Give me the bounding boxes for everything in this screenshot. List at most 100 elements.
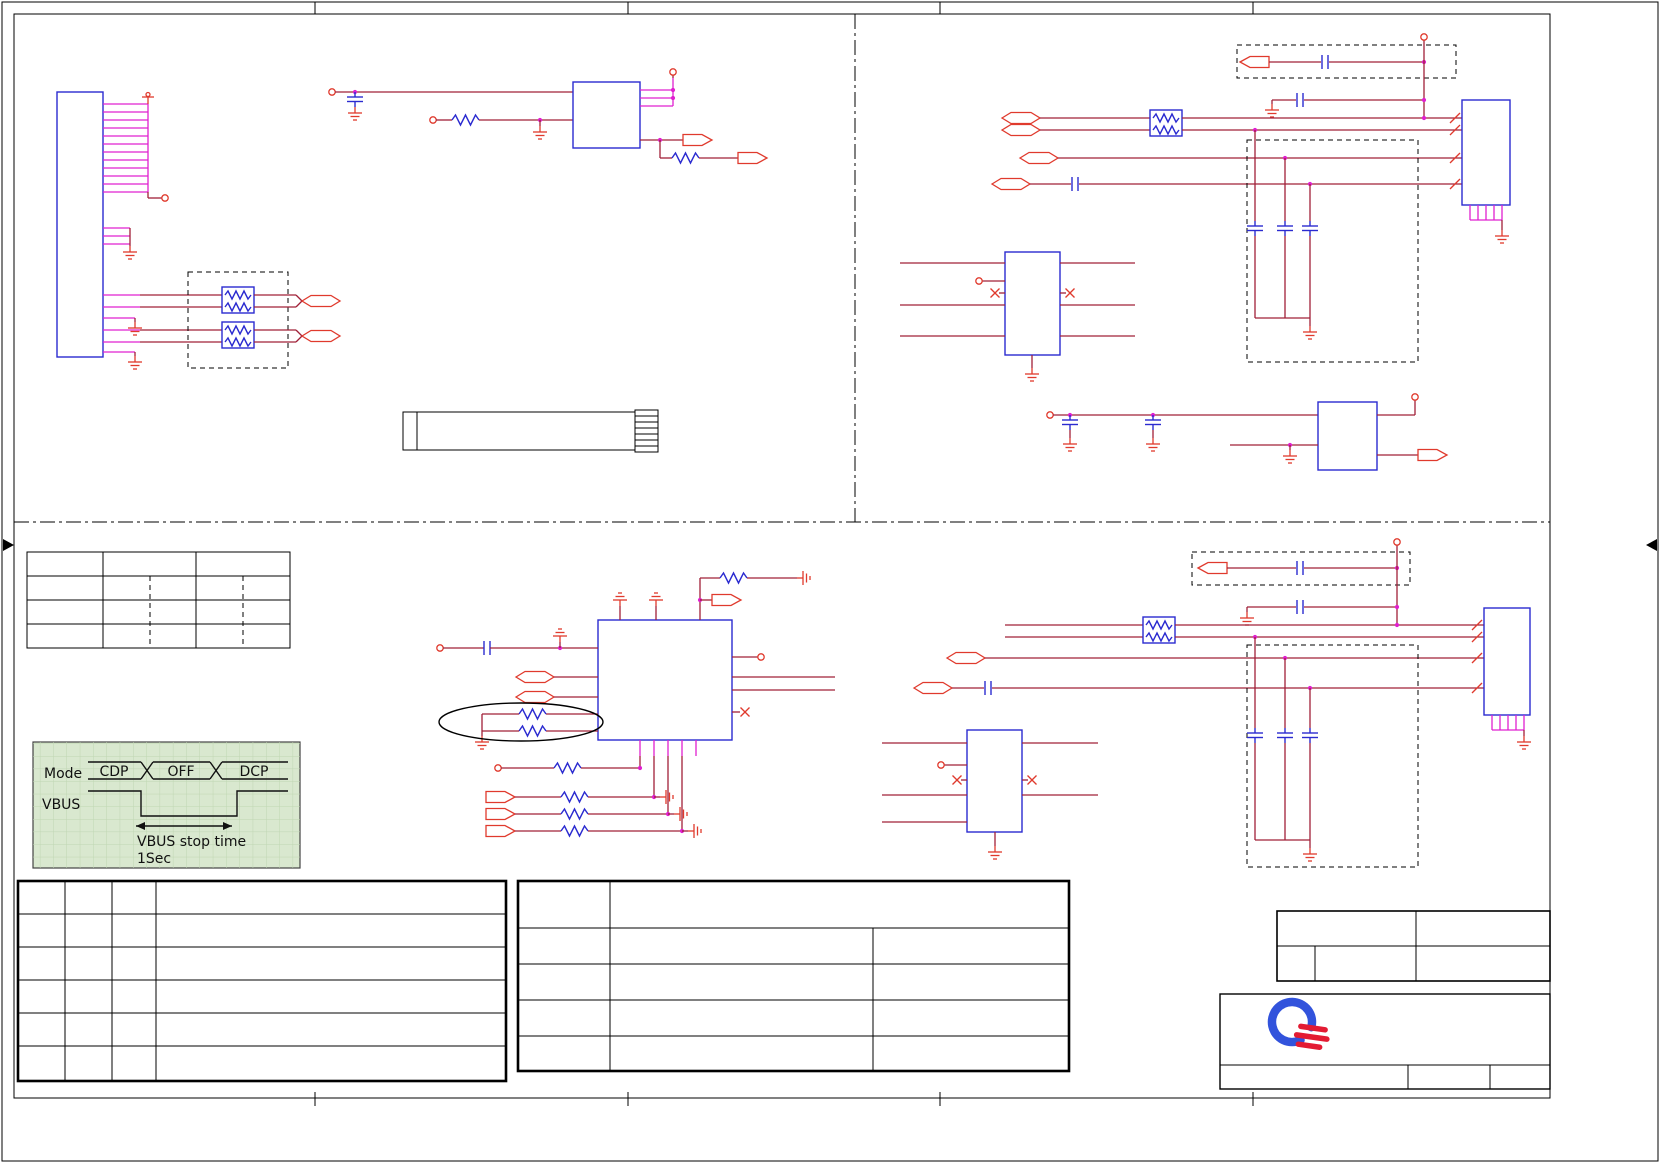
receptacle-pin-ticks bbox=[1449, 112, 1461, 190]
regulator-output-pins bbox=[640, 75, 674, 107]
junction-dot bbox=[1394, 604, 1400, 610]
usb-pair-wires bbox=[103, 294, 222, 356]
receptacle-ground-pins bbox=[1469, 205, 1503, 230]
offpage-connector bbox=[301, 294, 341, 308]
strap-row-4 bbox=[485, 823, 702, 839]
offpage-connector bbox=[1019, 151, 1059, 165]
zone-arrow-right bbox=[1646, 539, 1657, 551]
usb-port-a-circuit bbox=[900, 33, 1511, 471]
resistor bbox=[719, 572, 748, 584]
ground-symbol bbox=[532, 125, 548, 140]
port-circle bbox=[975, 277, 983, 285]
capacitor bbox=[1296, 92, 1304, 108]
offpage-connector bbox=[1001, 111, 1041, 125]
ground-symbol bbox=[796, 570, 811, 586]
junction-dot bbox=[1421, 97, 1427, 103]
title-block bbox=[1219, 993, 1551, 1090]
usb-switch-ic-b bbox=[966, 729, 1023, 833]
port-circle bbox=[937, 761, 945, 769]
mode-bus-waveform: CDP OFF DCP bbox=[88, 761, 288, 780]
junction-dot bbox=[1394, 622, 1400, 628]
junction-dot bbox=[670, 95, 676, 101]
choke-output-wires bbox=[254, 294, 303, 343]
charger-ic-circuit bbox=[436, 570, 835, 839]
no-connect-mark bbox=[1064, 287, 1076, 299]
charger-ic-body bbox=[597, 619, 733, 741]
junction-dot bbox=[1421, 115, 1427, 121]
offpage-arrow bbox=[737, 151, 768, 165]
esd-cap-boundary bbox=[1246, 644, 1419, 868]
load-switch-ic bbox=[1317, 401, 1378, 471]
schematic-sheet: Mode CDP OFF DCP VBUS VBUS stop time 1Se… bbox=[0, 0, 1660, 1163]
ground-symbol bbox=[347, 106, 363, 121]
offpage-arrow bbox=[682, 133, 713, 147]
offpage-arrow bbox=[711, 593, 742, 607]
port-circle bbox=[436, 644, 444, 652]
offpage-connector bbox=[515, 690, 555, 704]
ground-symbol bbox=[1516, 735, 1532, 750]
port-circle bbox=[161, 194, 169, 202]
common-mode-choke bbox=[221, 321, 255, 349]
usb-port-b-circuit bbox=[882, 538, 1532, 868]
usb-receptacle-a bbox=[1461, 99, 1511, 206]
ground-symbol bbox=[1302, 325, 1318, 340]
ground-symbol bbox=[1494, 229, 1510, 244]
port-circle bbox=[757, 653, 765, 661]
timing-diagram: Mode CDP OFF DCP VBUS VBUS stop time 1Se… bbox=[32, 741, 301, 869]
capacitor bbox=[1321, 54, 1329, 70]
ground-symbol bbox=[127, 321, 143, 336]
resistor bbox=[671, 152, 700, 164]
capacitor bbox=[984, 680, 992, 696]
ground-symbol bbox=[1239, 611, 1255, 626]
highlight-ellipse bbox=[438, 702, 604, 742]
common-mode-choke bbox=[1142, 616, 1176, 644]
ground-symbol bbox=[1264, 103, 1280, 118]
revision-table bbox=[16, 879, 508, 1083]
regulator-circuit bbox=[328, 68, 768, 165]
connector-pins bbox=[103, 103, 149, 193]
connector-body bbox=[56, 91, 104, 358]
regulator-ic-body bbox=[572, 81, 641, 149]
charger-right-pins bbox=[732, 656, 835, 713]
offpage-arrow bbox=[1239, 55, 1270, 69]
ground-symbol bbox=[127, 355, 143, 370]
main-connector-circuit bbox=[56, 91, 341, 370]
timing-mode-label: Mode bbox=[44, 766, 82, 782]
strap-row-3 bbox=[485, 806, 688, 822]
no-connect-mark bbox=[951, 774, 963, 786]
usb-receptacle-b bbox=[1483, 607, 1531, 716]
usb-switch-ic-a bbox=[1004, 251, 1061, 356]
approval-table bbox=[1276, 910, 1551, 982]
receptacle-pin-ticks bbox=[1471, 619, 1483, 694]
ground-symbol bbox=[122, 245, 138, 260]
capacitor bbox=[1071, 176, 1079, 192]
ground-symbol bbox=[1024, 367, 1040, 382]
connector-lower-pins bbox=[103, 227, 131, 246]
charger-bottom-pins bbox=[639, 740, 697, 831]
junction-dot bbox=[670, 87, 676, 93]
label-strip bbox=[402, 409, 659, 453]
no-connect-mark bbox=[1026, 774, 1038, 786]
usb-switch-wires-a bbox=[900, 262, 1135, 368]
stop-time-value: 1Sec bbox=[137, 851, 171, 867]
usb-switch-wires-b bbox=[882, 742, 1098, 846]
port-circle bbox=[429, 116, 437, 124]
offpage-connector bbox=[991, 177, 1031, 191]
notes-table bbox=[26, 551, 291, 649]
shunt-capacitor-bank bbox=[1246, 634, 1319, 848]
port-circle bbox=[1393, 538, 1401, 546]
power-rail-symbol bbox=[612, 592, 628, 607]
common-mode-choke bbox=[221, 286, 255, 314]
capacitor bbox=[1296, 560, 1304, 576]
power-flag-symbol bbox=[141, 91, 155, 105]
power-rail-symbol bbox=[648, 592, 664, 607]
capacitor bbox=[346, 91, 364, 108]
no-connect-mark bbox=[989, 287, 1001, 299]
power-rail-symbol bbox=[552, 628, 568, 643]
capacitor bbox=[483, 640, 491, 656]
port-circle bbox=[1420, 33, 1428, 41]
port-circle bbox=[328, 88, 336, 96]
offpage-connector bbox=[301, 329, 341, 343]
offpage-connector bbox=[913, 681, 953, 695]
port-circle bbox=[669, 68, 677, 76]
